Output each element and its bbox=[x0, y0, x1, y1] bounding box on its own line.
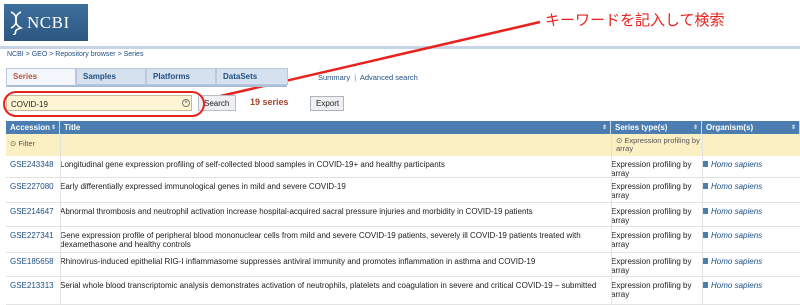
header-organism[interactable]: Organism(s) ⇕ bbox=[702, 121, 800, 134]
series-type: Expression profiling by array bbox=[611, 207, 692, 225]
advanced-search-link[interactable]: Advanced search bbox=[360, 73, 418, 82]
link-separator: | bbox=[354, 73, 357, 82]
header-title[interactable]: Title ⇕ bbox=[60, 121, 611, 134]
tab-samples[interactable]: Samples bbox=[76, 68, 146, 85]
breadcrumb: NCBI > GEO > Repository browser > Series bbox=[7, 51, 143, 58]
series-title: Early differentially expressed immunolog… bbox=[60, 182, 346, 191]
sort-icon[interactable]: ⇕ bbox=[693, 124, 698, 131]
accession-link[interactable]: GSE185658 bbox=[10, 253, 54, 266]
accession-link[interactable]: GSE227341 bbox=[10, 227, 54, 240]
header-accession[interactable]: Accession ⇕ bbox=[6, 121, 60, 134]
accession-link[interactable]: GSE227080 bbox=[10, 178, 54, 191]
table-row: GSE243348 Longitudinal gene expression p… bbox=[6, 156, 800, 178]
table-row: GSE227080 Early differentially expressed… bbox=[6, 178, 800, 203]
series-title: Gene expression profile of peripheral bl… bbox=[60, 231, 581, 249]
header-accession-label: Accession bbox=[10, 123, 51, 132]
series-type: Expression profiling by array bbox=[611, 182, 692, 200]
organism-link[interactable]: Homo sapiens bbox=[702, 277, 762, 290]
breadcrumb-ncbi[interactable]: NCBI bbox=[7, 51, 24, 58]
table-row: GSE227341 Gene expression profile of per… bbox=[6, 227, 800, 253]
breadcrumb-series: Series bbox=[123, 51, 144, 58]
search-highlight-oval bbox=[3, 91, 205, 117]
series-title: Rhinovirus-induced epithelial RIG-I infl… bbox=[60, 257, 536, 266]
column-divider bbox=[611, 134, 612, 305]
series-title: Abnormal thrombosis and neutrophil activ… bbox=[60, 207, 533, 216]
filter-row: ⊙ Filter ⊙ Expression profiling by array bbox=[6, 134, 800, 156]
organism-label: Homo sapiens bbox=[711, 182, 763, 191]
tab-datasets[interactable]: DataSets bbox=[216, 68, 288, 85]
accession-link[interactable]: GSE213313 bbox=[10, 277, 54, 290]
series-type: Expression profiling by array bbox=[611, 257, 692, 275]
filter-toggle[interactable]: ⊙ Filter bbox=[10, 139, 35, 148]
header-organism-label: Organism(s) bbox=[706, 123, 754, 132]
series-type: Expression profiling by array bbox=[611, 231, 692, 249]
sort-icon[interactable]: ⇕ bbox=[602, 124, 607, 131]
column-divider bbox=[702, 134, 703, 305]
tab-underline bbox=[6, 85, 287, 87]
table-row: GSE214647 Abnormal thrombosis and neutro… bbox=[6, 203, 800, 227]
header-series-type[interactable]: Series type(s) ⇕ bbox=[611, 121, 702, 134]
series-type-filter-value: Expression profiling by array bbox=[616, 136, 700, 153]
series-type: Expression profiling by array bbox=[611, 160, 692, 178]
filter-label: Filter bbox=[18, 139, 36, 148]
series-title: Serial whole blood transcriptomic analys… bbox=[60, 281, 597, 290]
tab-bar: Series Samples Platforms DataSets bbox=[6, 68, 288, 85]
summary-link[interactable]: Summary bbox=[318, 73, 350, 82]
organism-label: Homo sapiens bbox=[711, 207, 763, 216]
result-count: 19 series bbox=[250, 97, 289, 107]
table-row: GSE213313 Serial whole blood transcripto… bbox=[6, 277, 800, 305]
tab-series[interactable]: Series bbox=[6, 68, 76, 85]
accession-link[interactable]: GSE243348 bbox=[10, 156, 54, 169]
organism-link[interactable]: Homo sapiens bbox=[702, 253, 762, 266]
export-button[interactable]: Export bbox=[310, 96, 344, 111]
breadcrumb-geo[interactable]: GEO bbox=[32, 51, 48, 58]
organism-label: Homo sapiens bbox=[711, 257, 763, 266]
organism-link[interactable]: Homo sapiens bbox=[702, 178, 762, 191]
breadcrumb-repository-browser[interactable]: Repository browser bbox=[55, 51, 115, 58]
accession-link[interactable]: GSE214647 bbox=[10, 203, 54, 216]
organism-link[interactable]: Homo sapiens bbox=[702, 203, 762, 216]
tab-platforms[interactable]: Platforms bbox=[146, 68, 216, 85]
organism-label: Homo sapiens bbox=[711, 160, 763, 169]
series-type: Expression profiling by array bbox=[611, 281, 692, 299]
organism-link[interactable]: Homo sapiens bbox=[702, 227, 762, 240]
organism-label: Homo sapiens bbox=[711, 281, 763, 290]
header-series-type-label: Series type(s) bbox=[615, 123, 668, 132]
series-title: Longitudinal gene expression profiling o… bbox=[60, 160, 445, 169]
header-title-label: Title bbox=[64, 123, 81, 132]
series-type-filter[interactable]: ⊙ Expression profiling by array bbox=[616, 137, 706, 153]
sort-icon[interactable]: ⇕ bbox=[791, 124, 796, 131]
column-divider bbox=[60, 134, 61, 305]
top-links: Summary | Advanced search bbox=[318, 73, 418, 82]
sort-icon[interactable]: ⇕ bbox=[51, 124, 56, 131]
organism-label: Homo sapiens bbox=[711, 231, 763, 240]
table-row: GSE185658 Rhinovirus-induced epithelial … bbox=[6, 253, 800, 277]
organism-link[interactable]: Homo sapiens bbox=[702, 156, 762, 169]
